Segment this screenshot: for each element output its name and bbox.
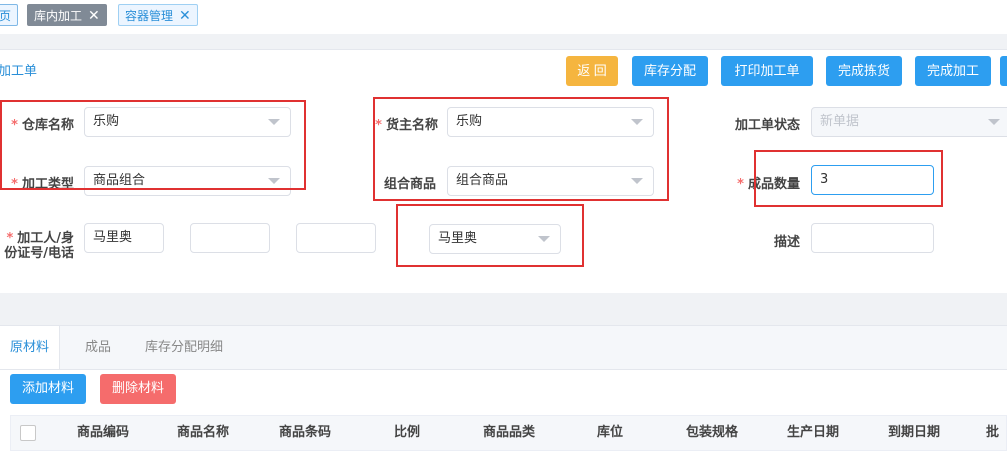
chevron-down-icon xyxy=(631,119,643,125)
details-tabs: 原材料 成品 库存分配明细 xyxy=(0,326,1007,370)
status-label: 加工单状态 xyxy=(734,118,800,133)
finish-processing-button[interactable]: 完成加工 xyxy=(915,56,991,86)
select-all-checkbox[interactable] xyxy=(20,425,36,441)
allocate-inventory-button[interactable]: 库存分配 xyxy=(632,56,708,86)
close-icon[interactable]: ✕ xyxy=(179,8,191,24)
combo-goods-select[interactable]: 组合商品 xyxy=(447,166,654,196)
column-header[interactable]: 比例 xyxy=(367,416,447,450)
processor-id-input[interactable] xyxy=(190,223,270,253)
process-type-label: * 加工类型 xyxy=(11,177,74,192)
chevron-down-icon xyxy=(988,119,1000,125)
tab-home[interactable]: 页 xyxy=(0,4,18,26)
warehouse-value: 乐购 xyxy=(93,114,120,129)
column-header[interactable]: 包装规格 xyxy=(672,416,752,450)
tab-home-label: 页 xyxy=(0,9,12,23)
combo-goods-value: 组合商品 xyxy=(456,173,509,188)
tab-processing-label: 库内加工 xyxy=(34,9,83,23)
description-label: 描述 xyxy=(773,235,800,250)
separator xyxy=(0,34,1007,49)
processor-name-input[interactable]: 马里奥 xyxy=(84,223,164,253)
status-select: 新单据 xyxy=(811,107,1007,137)
owner-select[interactable]: 乐购 xyxy=(447,107,654,137)
tab-finished-products[interactable]: 成品 xyxy=(75,326,121,369)
print-order-button[interactable]: 打印加工单 xyxy=(721,56,813,86)
combo-goods-label: 组合商品 xyxy=(383,177,436,192)
tab-allocation-details[interactable]: 库存分配明细 xyxy=(135,326,233,369)
warehouse-label: * 仓库名称 xyxy=(11,118,74,133)
tab-container-management[interactable]: 容器管理 ✕ xyxy=(118,4,198,26)
add-material-button[interactable]: 添加材料 xyxy=(10,374,86,404)
column-header[interactable]: 商品品类 xyxy=(469,416,549,450)
processor-phone-input[interactable] xyxy=(296,223,376,253)
column-header[interactable]: 库位 xyxy=(570,416,650,450)
product-qty-input[interactable]: 3 xyxy=(811,165,934,195)
separator xyxy=(0,293,1007,325)
chevron-down-icon xyxy=(268,119,280,125)
processor-select[interactable]: 马里奥 xyxy=(429,224,561,254)
description-input[interactable] xyxy=(811,223,934,253)
tab-processing[interactable]: 库内加工 ✕ xyxy=(27,4,107,26)
processor-select-value: 马里奥 xyxy=(438,231,478,246)
delete-material-button[interactable]: 删除材料 xyxy=(100,374,176,404)
details-section: 原材料 成品 库存分配明细 添加材料 删除材料 商品编码 商品名称 商品条码 比… xyxy=(0,325,1007,468)
tab-container-label: 容器管理 xyxy=(125,9,174,23)
process-type-value: 商品组合 xyxy=(93,173,146,188)
product-qty-label: * 成品数量 xyxy=(737,177,800,192)
column-header[interactable]: 商品编码 xyxy=(63,416,143,450)
chevron-down-icon xyxy=(631,178,643,184)
chevron-down-icon xyxy=(268,178,280,184)
column-header[interactable]: 生产日期 xyxy=(773,416,853,450)
overflow-button[interactable] xyxy=(1000,56,1007,86)
chevron-down-icon xyxy=(538,236,550,242)
back-button[interactable]: 返 回 xyxy=(566,56,618,86)
tab-raw-materials[interactable]: 原材料 xyxy=(0,326,61,369)
tab-bar: 页 库内加工 ✕ 容器管理 ✕ xyxy=(0,0,1007,34)
owner-label: * 货主名称 xyxy=(375,118,438,133)
column-header[interactable]: 批 xyxy=(986,416,1006,450)
column-header[interactable]: 商品条码 xyxy=(265,416,345,450)
column-header[interactable]: 到期日期 xyxy=(874,416,954,450)
process-type-select[interactable]: 商品组合 xyxy=(84,166,291,196)
page-title: 加工单 xyxy=(0,64,38,79)
column-header[interactable]: 商品名称 xyxy=(163,416,243,450)
processing-order-panel: 加工单 返 回 库存分配 打印加工单 完成拣货 完成加工 * 仓库名称 乐购 * 货… xyxy=(0,49,1007,294)
close-icon[interactable]: ✕ xyxy=(88,8,100,24)
table-header: 商品编码 商品名称 商品条码 比例 商品品类 库位 包装规格 生产日期 到期日期… xyxy=(10,415,1007,451)
finish-picking-button[interactable]: 完成拣货 xyxy=(826,56,902,86)
warehouse-select[interactable]: 乐购 xyxy=(84,107,291,137)
status-value: 新单据 xyxy=(820,114,860,129)
processor-label: * 加工人/身 份证号/电话 xyxy=(4,231,74,261)
owner-value: 乐购 xyxy=(456,114,483,129)
